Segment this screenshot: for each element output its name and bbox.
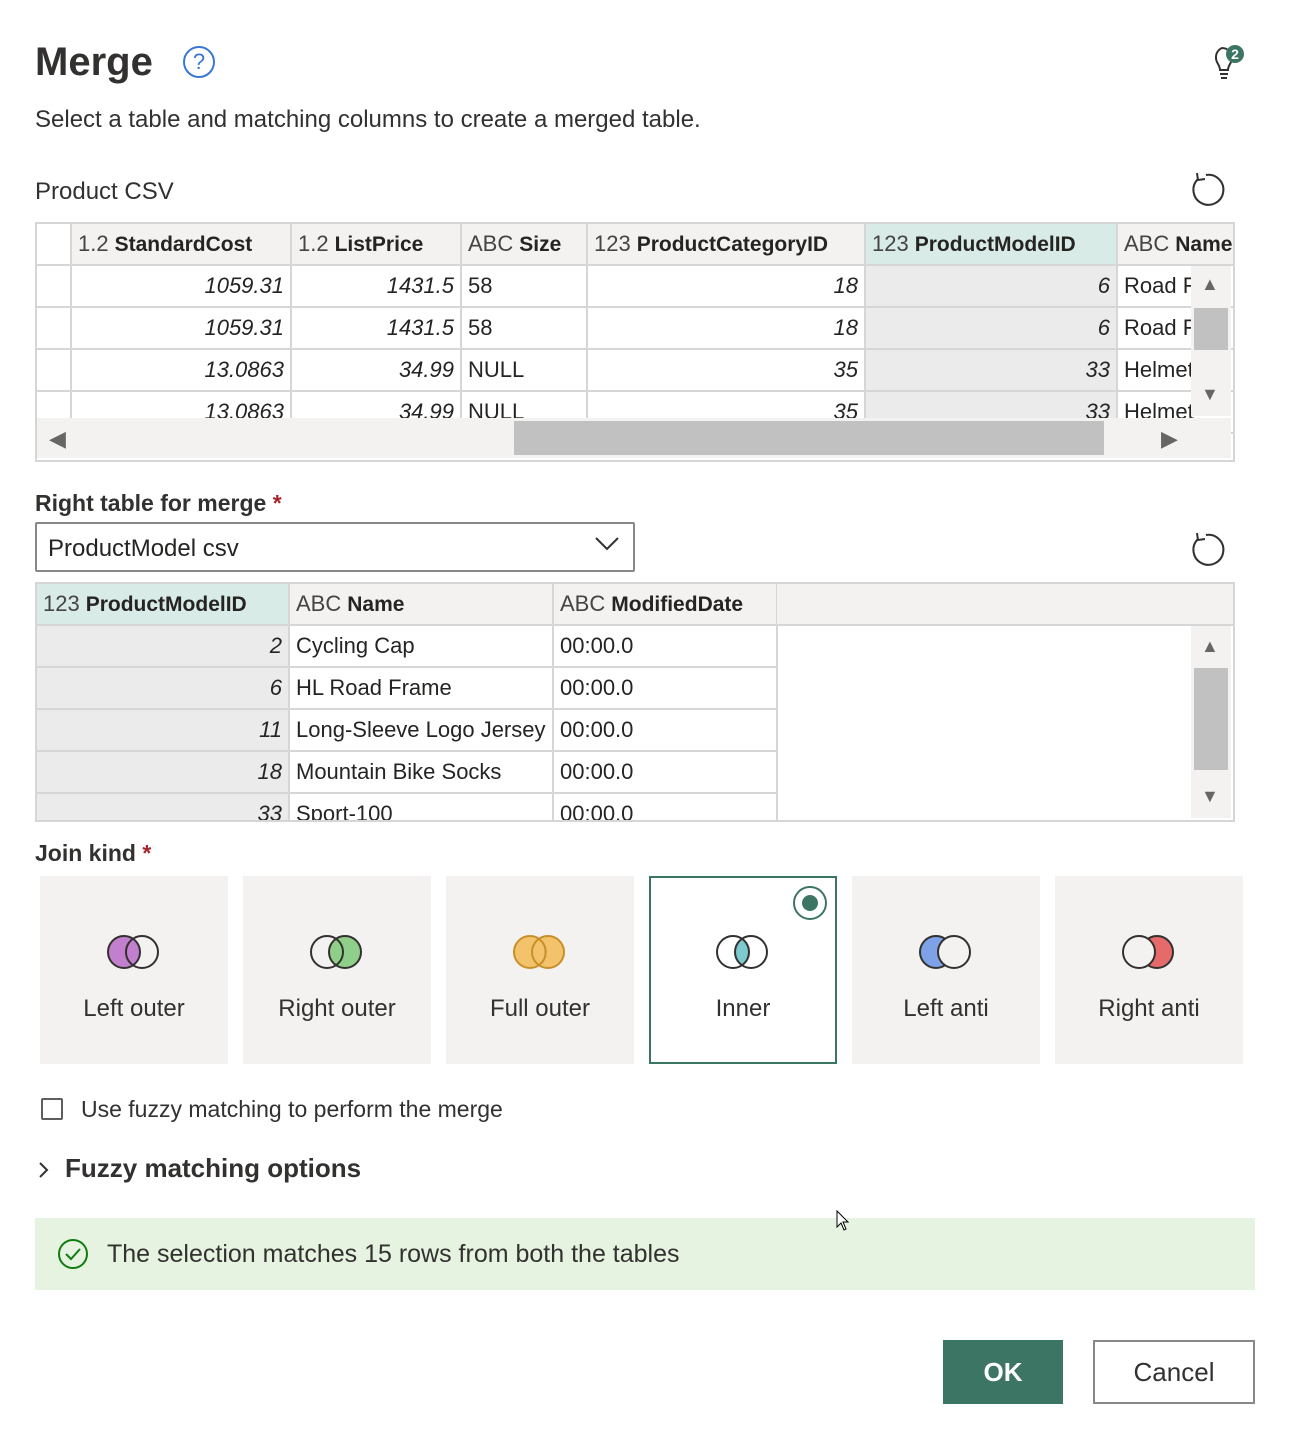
join-option-right-anti[interactable]: Right anti (1055, 876, 1243, 1064)
insights-badge: 2 (1231, 46, 1239, 62)
vertical-scrollbar[interactable]: ▲ ▼ (1191, 266, 1231, 416)
inner-venn-icon (716, 935, 768, 969)
scrollbar-thumb[interactable] (514, 421, 1104, 455)
question-circle-icon[interactable]: ? (183, 46, 215, 78)
lightbulb-icon[interactable]: 2 (1205, 42, 1247, 82)
scroll-right-icon[interactable]: ▶ (1161, 426, 1178, 452)
column-header[interactable]: ABC Name (289, 584, 554, 626)
column-header[interactable]: 1.2 StandardCost (71, 224, 292, 266)
scroll-down-icon[interactable]: ▼ (1201, 384, 1219, 405)
dialog-subtitle: Select a table and matching columns to c… (35, 106, 701, 133)
table-row[interactable]: 11 Long-Sleeve Logo Jersey 00:00.0 (37, 709, 778, 752)
scroll-left-icon[interactable]: ◀ (49, 426, 66, 452)
refresh-icon[interactable] (1186, 530, 1226, 570)
chevron-right-icon[interactable] (37, 1160, 51, 1180)
column-header[interactable]: ABCName.1 (1117, 224, 1233, 266)
join-option-left-anti[interactable]: Left anti (852, 876, 1040, 1064)
table-row[interactable]: 2 Cycling Cap 00:00.0 (37, 625, 778, 668)
table-row[interactable]: 1059.31 1431.5 58 18 6 Road Fr (37, 265, 1233, 308)
scroll-up-icon[interactable]: ▲ (1201, 636, 1219, 657)
checkmark-circle-icon (58, 1239, 88, 1269)
right-table-grid: 123 ProductModelID ABC Name ABC ModifiedDat… (35, 582, 1235, 822)
fuzzy-matching-label[interactable]: Use fuzzy matching to perform the merge (81, 1096, 503, 1123)
scroll-up-icon[interactable]: ▲ (1201, 274, 1219, 295)
fuzzy-options-toggle[interactable]: Fuzzy matching options (65, 1153, 361, 1184)
left-anti-venn-icon (919, 935, 971, 969)
table-row[interactable]: 6 HL Road Frame 00:00.0 (37, 667, 778, 710)
status-banner: The selection matches 15 rows from both … (35, 1218, 1255, 1290)
vertical-scrollbar[interactable]: ▲ ▼ (1191, 626, 1231, 818)
right-table-dropdown[interactable]: ProductModel csv (35, 522, 635, 572)
full-outer-venn-icon (513, 935, 565, 969)
column-header[interactable]: 123 ProductCategoryID (587, 224, 866, 266)
scrollbar-thumb[interactable] (1194, 308, 1228, 350)
left-outer-venn-icon (107, 935, 159, 969)
column-header[interactable]: ABC Size (461, 224, 588, 266)
mouse-cursor-icon (836, 1210, 850, 1231)
join-option-right-outer[interactable]: Right outer (243, 876, 431, 1064)
right-table-label: Right table for merge * (35, 490, 282, 516)
join-kind-label: Join kind * (35, 840, 152, 866)
table-row[interactable]: 1059.31 1431.5 58 18 6 Road Fr (37, 307, 1233, 350)
row-header-corner (37, 224, 72, 266)
table-row[interactable]: 33 Sport-100 00:00.0 (37, 793, 778, 820)
join-option-full-outer[interactable]: Full outer (446, 876, 634, 1064)
dialog-title: Merge (35, 40, 153, 84)
cancel-button[interactable]: Cancel (1093, 1340, 1255, 1404)
scroll-down-icon[interactable]: ▼ (1201, 786, 1219, 807)
right-outer-venn-icon (310, 935, 362, 969)
scrollbar-thumb[interactable] (1194, 668, 1228, 770)
chevron-down-icon (595, 537, 619, 551)
right-table-selected-value: ProductModel csv (48, 535, 239, 562)
fuzzy-matching-checkbox[interactable] (41, 1098, 63, 1120)
selected-radio-icon (793, 886, 827, 920)
column-header-selected[interactable]: 123 ProductModelID (37, 584, 290, 626)
join-option-inner[interactable]: Inner (649, 876, 837, 1064)
table-row[interactable]: 18 Mountain Bike Socks 00:00.0 (37, 751, 778, 794)
column-header-selected[interactable]: 123 ProductModelID (865, 224, 1118, 266)
status-message: The selection matches 15 rows from both … (107, 1240, 680, 1268)
header-filler (777, 584, 1233, 626)
ok-button[interactable]: OK (943, 1340, 1063, 1404)
horizontal-scrollbar[interactable]: ◀ ▶ (37, 418, 1231, 458)
column-header[interactable]: 1.2 ListPrice (291, 224, 462, 266)
refresh-icon[interactable] (1186, 170, 1226, 210)
column-header[interactable]: ABC ModifiedDate (553, 584, 778, 626)
join-option-left-outer[interactable]: Left outer (40, 876, 228, 1064)
table-row[interactable]: 13.0863 34.99 NULL 35 33 Helmet (37, 349, 1233, 392)
left-table-name: Product CSV (35, 178, 174, 205)
right-anti-venn-icon (1122, 935, 1174, 969)
